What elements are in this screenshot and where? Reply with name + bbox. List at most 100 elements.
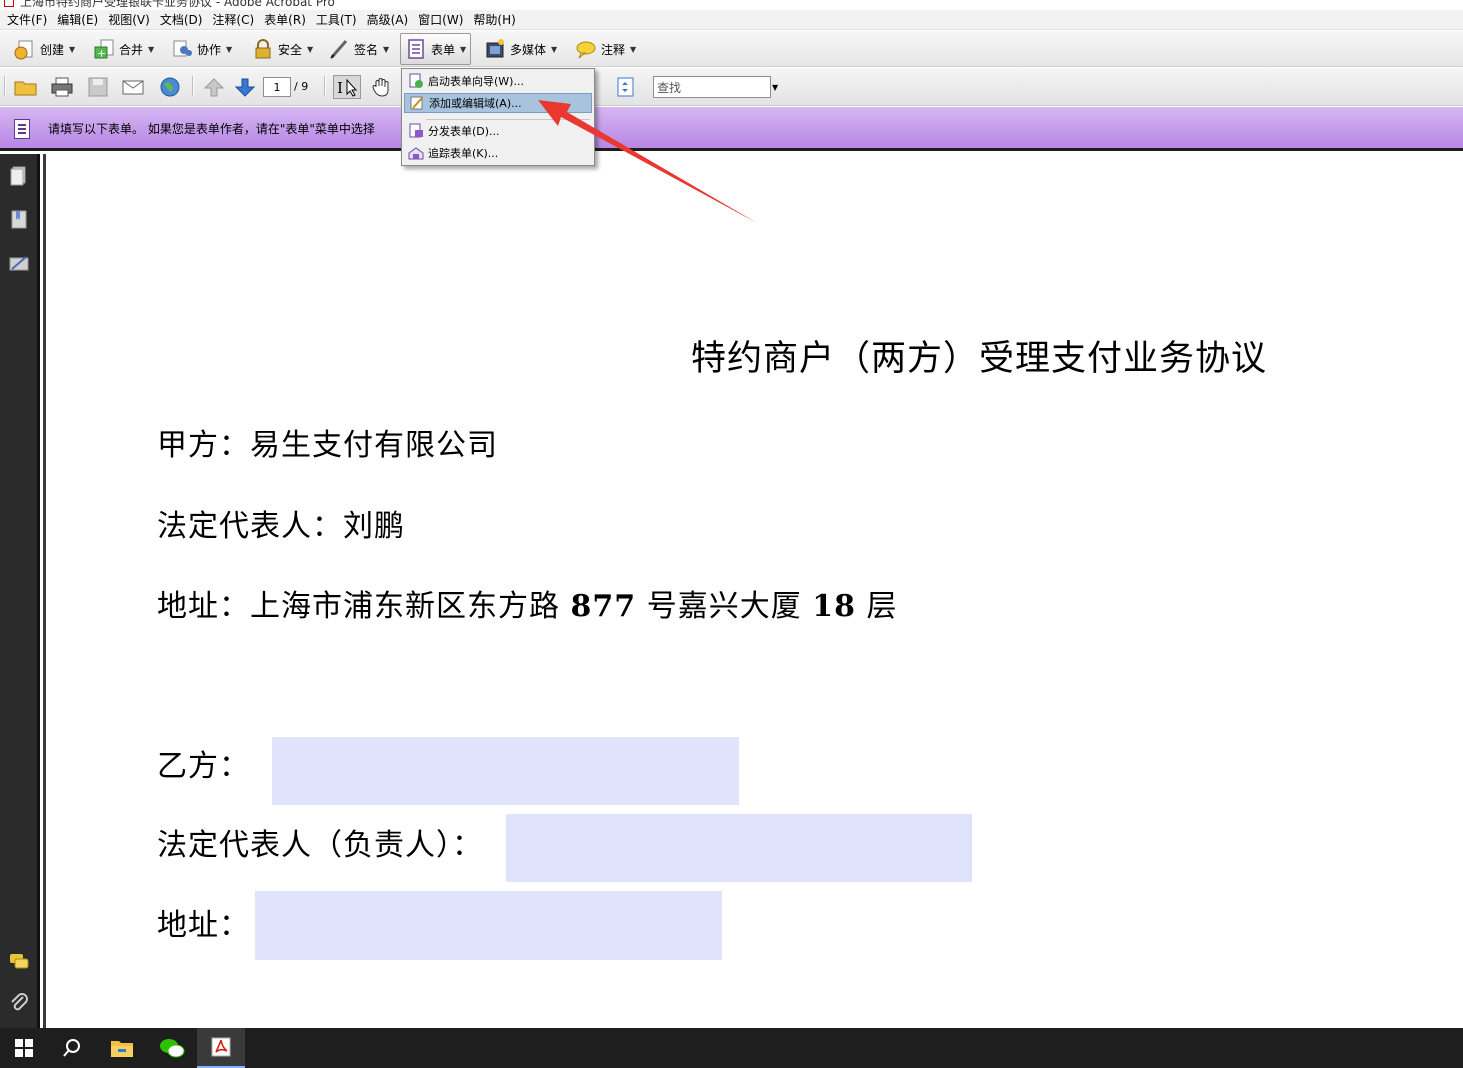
sign-button[interactable]: 签名 ▼ [324,34,393,64]
forms-button[interactable]: 表单 ▼ [400,33,472,65]
forms-icon [405,38,427,60]
wechat-icon[interactable] [148,1028,196,1068]
file-explorer-icon[interactable] [98,1028,146,1068]
secure-label: 安全 [278,42,303,57]
menu-item-label: 追踪表单(K)... [428,147,499,160]
party-a: 甲方：易生支付有限公司 [157,428,498,463]
menu-forms[interactable]: 表单(R) [261,11,313,28]
chevron-down-icon: ▼ [226,44,233,54]
menu-item-distribute-form[interactable]: 分发表单(D)... [404,121,592,141]
menu-bar: 文件(F) 编辑(E) 视图(V) 文档(D) 注释(C) 表单(R) 工具(T… [0,10,1463,30]
forms-dropdown-menu: 启动表单向导(W)... 添加或编辑域(A)... 分发表单(D)... 追踪表… [401,68,595,166]
comments-icon[interactable] [8,950,30,972]
collaborate-label: 协作 [197,42,222,57]
menu-item-label: 启动表单向导(W)... [428,75,524,88]
create-button[interactable]: 创建 ▼ [10,34,79,64]
form-message: 请填写以下表单。 如果您是表单作者，请在"表单"菜单中选择 [48,122,375,136]
multimedia-label: 多媒体 [510,42,547,57]
select-tool-icon[interactable]: I [333,75,361,99]
chevron-down-icon: ▼ [460,44,467,54]
next-page-icon[interactable] [233,76,257,98]
navigation-panel [0,154,40,1028]
secure-button[interactable]: 安全 ▼ [248,34,317,64]
acrobat-app-icon [4,0,14,7]
fit-page-icon[interactable] [614,76,638,98]
menu-view[interactable]: 视图(V) [105,11,157,28]
floor-number: 18 [812,589,856,624]
page-total: / 9 [294,80,309,93]
lock-icon [252,38,274,60]
menu-edit[interactable]: 编辑(E) [54,11,105,28]
print-icon[interactable] [50,76,74,98]
menu-item-start-form-wizard[interactable]: 启动表单向导(W)... [404,71,592,91]
chevron-down-icon: ▼ [69,44,76,54]
acrobat-icon[interactable] [197,1028,245,1068]
pages-icon[interactable] [8,164,30,186]
create-pdf-icon [14,38,36,60]
page-number-input[interactable] [263,77,291,97]
collaborate-button[interactable]: 协作 ▼ [167,34,236,64]
open-folder-icon[interactable] [14,76,38,98]
film-icon [484,38,506,60]
task-toolbar: 创建 ▼ + 合并 ▼ 协作 ▼ 安全 ▼ 签名 ▼ 表单 ▼ 多媒体 ▼ 注释… [0,31,1463,67]
signatures-icon[interactable] [8,252,30,274]
address-number: 877 [570,589,637,624]
chevron-down-icon: ▼ [551,44,558,54]
pen-icon [328,38,350,60]
window-title: 上海市特约商户受理银联卡业务协议 - Adobe Acrobat Pro [20,0,335,9]
party-b-representative-label: 法定代表人（负责人）： [157,828,483,863]
chevron-down-icon[interactable]: ▼ [772,83,778,92]
multimedia-button[interactable]: 多媒体 ▼ [480,34,561,64]
form-wizard-icon [408,73,424,89]
create-label: 创建 [40,42,65,57]
menu-advanced[interactable]: 高级(A) [364,11,416,28]
comment-label: 注释 [601,42,626,57]
party-b-address-label: 地址： [157,908,250,943]
combine-files-icon: + [93,38,115,60]
chevron-down-icon: ▼ [630,44,637,54]
windows-taskbar [0,1028,1463,1068]
document-page: 特约商户（两方）受理支付业务协议 甲方：易生支付有限公司 法定代表人：刘鹏 地址… [46,154,1463,1028]
search-icon[interactable] [48,1028,96,1068]
svg-text:I: I [337,79,343,97]
party-b-address-field[interactable] [255,891,722,960]
menu-item-track-forms[interactable]: 追踪表单(K)... [404,143,592,163]
toolbar-divider [4,76,6,96]
forms-label: 表单 [431,42,456,57]
combine-button[interactable]: + 合并 ▼ [89,34,158,64]
windows-start-icon[interactable] [0,1028,48,1068]
previous-page-icon[interactable] [202,76,226,98]
party-b-field[interactable] [272,737,739,805]
edit-fields-icon [409,95,425,111]
menu-comments[interactable]: 注释(C) [209,11,261,28]
menu-tools[interactable]: 工具(T) [313,11,364,28]
party-b-representative-field[interactable] [506,814,972,882]
menu-item-label: 分发表单(D)... [428,125,500,138]
window-title-bar: 上海市特约商户受理银联卡业务协议 - Adobe Acrobat Pro [0,0,1463,10]
menu-file[interactable]: 文件(F) [4,11,54,28]
menu-document[interactable]: 文档(D) [157,11,210,28]
comment-button[interactable]: 注释 ▼ [571,34,640,64]
toolbar-divider [192,76,194,96]
collaborate-icon [171,38,193,60]
globe-icon[interactable] [158,76,182,98]
combine-label: 合并 [119,42,144,57]
menu-item-label: 添加或编辑域(A)... [429,97,522,110]
party-a-address: 地址：上海市浦东新区东方路 877 号嘉兴大厦 18 层 [157,581,898,625]
bookmarks-icon[interactable] [8,208,30,230]
track-forms-icon [408,145,424,161]
hand-tool-icon[interactable] [370,76,394,98]
save-icon[interactable] [86,76,110,98]
sign-label: 签名 [354,42,379,57]
menu-item-add-edit-fields[interactable]: 添加或编辑域(A)... [404,93,592,113]
document-title: 特约商户（两方）受理支付业务协议 [691,339,1268,379]
party-a-representative: 法定代表人：刘鹏 [157,509,405,544]
chevron-down-icon: ▼ [148,44,155,54]
menu-window[interactable]: 窗口(W) [415,11,470,28]
menu-help[interactable]: 帮助(H) [470,11,522,28]
search-input[interactable] [653,76,771,98]
email-icon[interactable] [121,76,145,98]
menu-divider [426,119,590,120]
form-message-bar: 请填写以下表单。 如果您是表单作者，请在"表单"菜单中选择 [0,107,1463,151]
attachments-icon[interactable] [8,992,30,1014]
